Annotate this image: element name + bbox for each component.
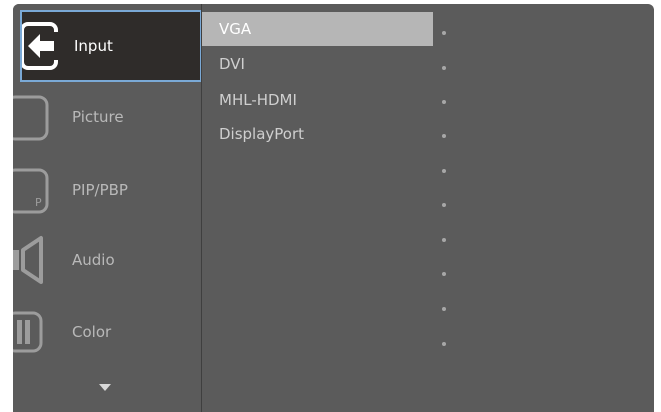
submenu-item-label: MHL-HDMI	[219, 91, 297, 109]
menu-item-label: Picture	[72, 108, 124, 126]
menu-item-input[interactable]: Input	[20, 10, 202, 82]
submenu-item-label: DisplayPort	[219, 125, 305, 143]
submenu-item-vga[interactable]: VGA	[202, 12, 433, 46]
input-icon	[22, 22, 58, 70]
menu-item-label: PIP/PBP	[72, 181, 128, 199]
pip-pbp-icon: P	[13, 168, 49, 214]
dot	[442, 31, 446, 35]
menu-item-picture[interactable]: Picture	[13, 81, 201, 153]
dot	[442, 307, 446, 311]
menu-item-label: Audio	[72, 251, 115, 269]
svg-text:P: P	[35, 196, 42, 209]
menu-item-audio[interactable]: Audio	[13, 224, 201, 296]
menu-item-label: Color	[72, 323, 112, 341]
submenu-item-dvi[interactable]: DVI	[202, 47, 433, 81]
dot	[442, 169, 446, 173]
dot	[442, 134, 446, 138]
dot	[442, 342, 446, 346]
picture-icon	[13, 95, 49, 141]
submenu-item-mhl-hdmi[interactable]: MHL-HDMI	[202, 83, 433, 117]
menu-item-pip-pbp[interactable]: P PIP/PBP	[13, 154, 201, 226]
menu-item-label: Input	[74, 37, 113, 55]
color-icon	[13, 311, 43, 353]
dot	[442, 203, 446, 207]
audio-icon	[13, 236, 43, 284]
main-menu: Input Picture P PIP/PBP Audio Color	[13, 4, 202, 412]
dot	[442, 238, 446, 242]
submenu-item-label: DVI	[219, 55, 245, 73]
dot	[442, 272, 446, 276]
submenu: VGA DVI MHL-HDMI DisplayPort	[202, 4, 654, 412]
menu-item-color[interactable]: Color	[13, 296, 201, 368]
submenu-item-label: VGA	[219, 20, 252, 38]
dot	[442, 66, 446, 70]
chevron-down-icon[interactable]	[99, 384, 111, 391]
submenu-item-displayport[interactable]: DisplayPort	[202, 117, 433, 151]
dot	[442, 100, 446, 104]
osd-menu: Input Picture P PIP/PBP Audio Color VGA …	[13, 4, 654, 412]
